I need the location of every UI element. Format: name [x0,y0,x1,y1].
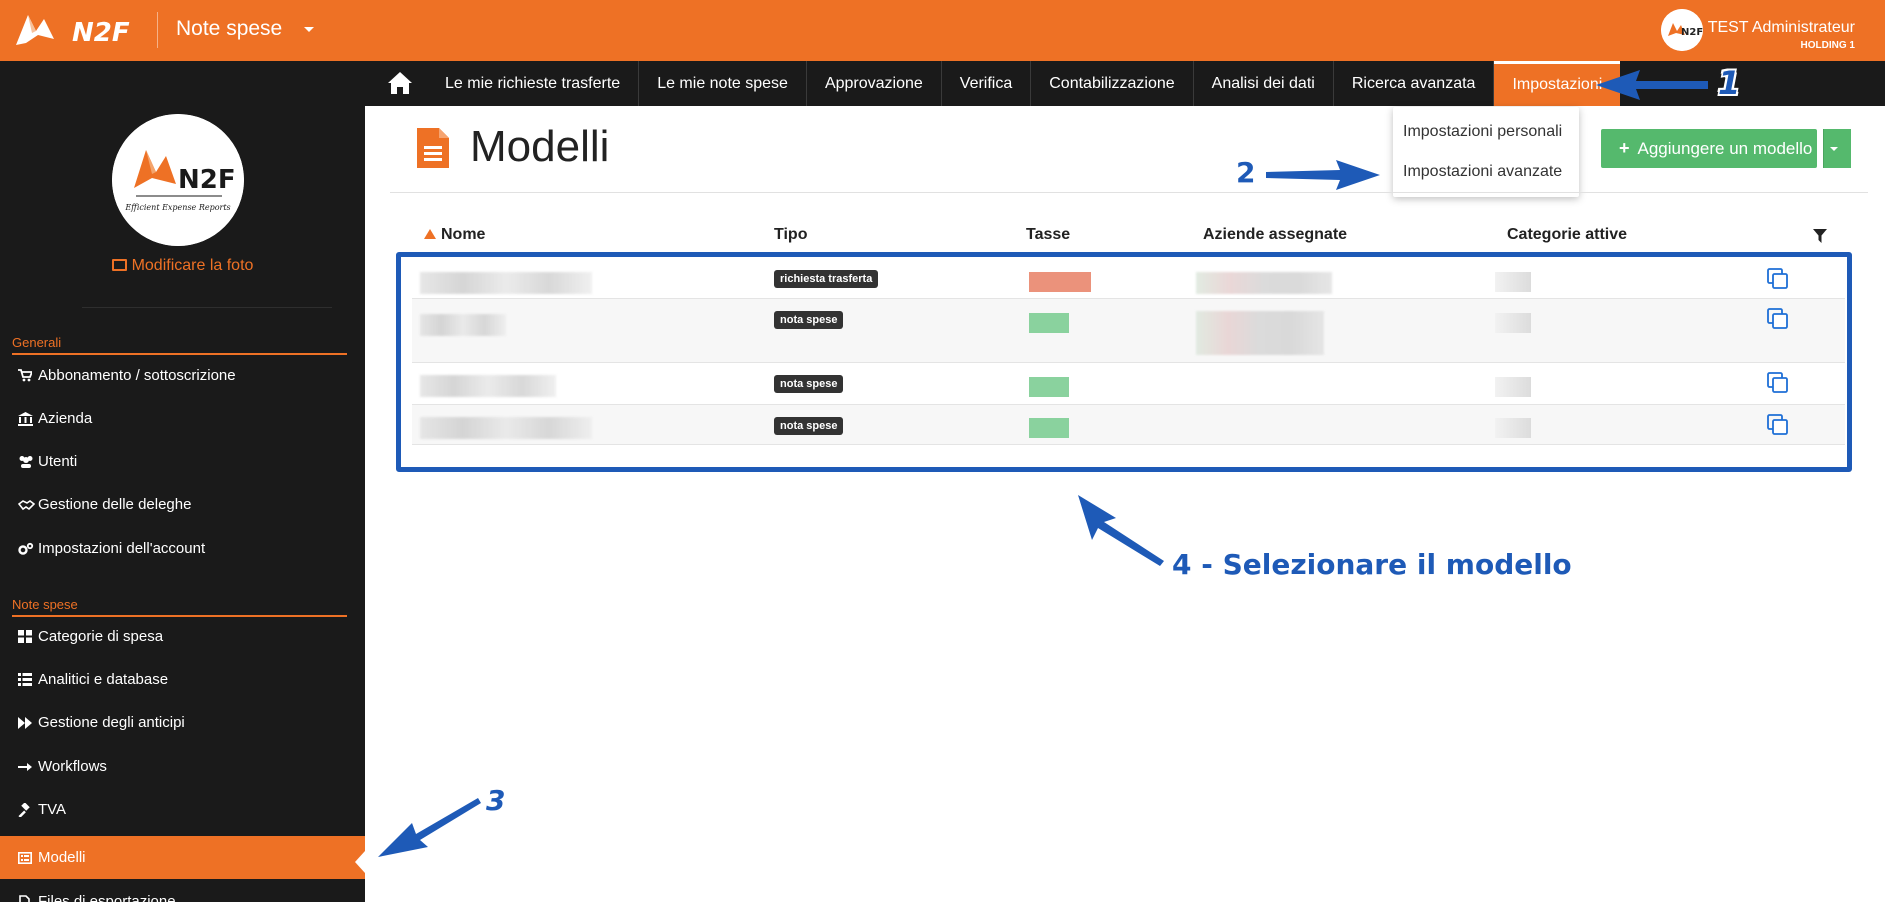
arrow-3 [378,798,481,857]
annotation-4: 4 - Selezionare il modello [1172,548,1572,581]
annotation-arrows [378,70,1708,857]
arrow-4 [1078,495,1164,566]
annotation-1: 1 [1718,64,1741,102]
arrow-1 [1596,70,1708,100]
annotation-2: 2 [1236,156,1256,189]
annotation-3: 3 [486,784,506,817]
arrow-2 [1266,160,1380,190]
